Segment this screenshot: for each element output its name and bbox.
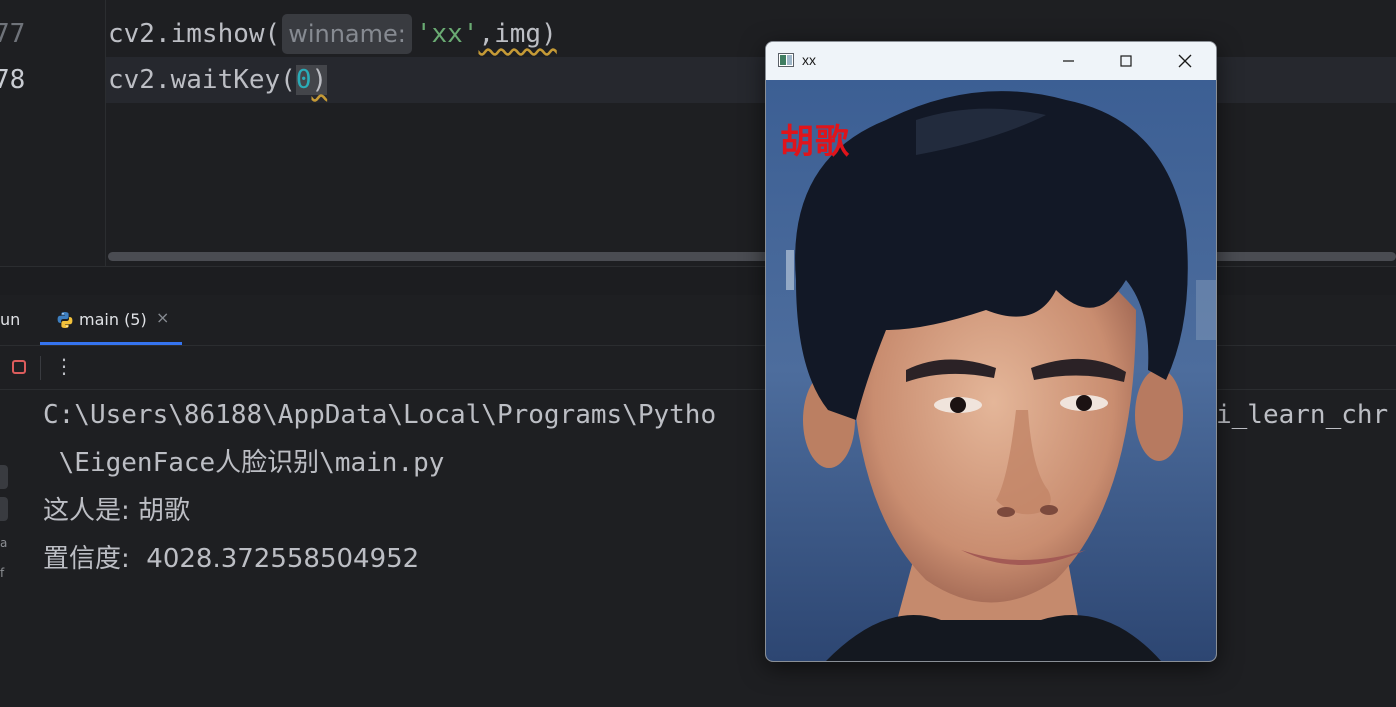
- close-window-button[interactable]: [1156, 42, 1214, 80]
- minimize-icon: [1063, 60, 1074, 62]
- line-number: 78: [0, 65, 26, 95]
- code-arguments: ,img): [478, 19, 557, 49]
- face-photo: [766, 80, 1216, 661]
- previous-line-fragment: ⁀⁀ ⁀⁀ ⁀⁀ ⁀⁀ ⁀⁀: [105, 0, 1396, 8]
- window-titlebar[interactable]: xx: [766, 42, 1216, 80]
- app-window-icon: [778, 53, 794, 67]
- close-icon: [1178, 54, 1192, 68]
- line-number-gutter: 77 78: [0, 0, 106, 266]
- console-line: 这人是: 胡歌: [43, 496, 191, 526]
- maximize-button[interactable]: [1097, 42, 1155, 80]
- tab-main[interactable]: main (5) ×: [40, 295, 182, 345]
- opencv-image-window[interactable]: xx 胡歌: [765, 41, 1217, 662]
- code-line[interactable]: cv2.imshow(winname:'xx',img): [108, 11, 557, 57]
- console-line: \EigenFace人脸识别\main.py: [43, 448, 445, 478]
- code-function-call: cv2.imshow(: [108, 19, 281, 49]
- stop-icon[interactable]: [12, 360, 26, 374]
- side-toolbar-glyph: f: [0, 566, 5, 580]
- code-close-paren: ): [311, 65, 328, 95]
- close-icon[interactable]: ×: [156, 308, 169, 327]
- run-panel-title: un: [0, 310, 21, 329]
- recognized-name-label: 胡歌: [780, 122, 850, 162]
- code-number: 0: [295, 65, 312, 95]
- more-options-icon[interactable]: ⋮: [54, 354, 74, 378]
- console-line-tail: i_learn_chr: [1216, 400, 1389, 430]
- side-toolbar-glyph: a: [0, 536, 8, 550]
- code-function-call: cv2.waitKey(: [108, 65, 296, 95]
- parameter-hint: winname:: [282, 14, 412, 54]
- minimize-button[interactable]: [1039, 42, 1097, 80]
- console-line: 置信度: 4028.372558504952: [43, 544, 420, 574]
- python-icon: [57, 312, 73, 328]
- window-title: xx: [802, 52, 816, 68]
- code-line[interactable]: cv2.waitKey(0): [108, 57, 328, 103]
- tab-label: main (5): [79, 310, 147, 329]
- line-number: 77: [0, 19, 26, 49]
- console-line: C:\Users\86188\AppData\Local\Programs\Py…: [43, 400, 717, 430]
- side-toolbar-button[interactable]: [0, 497, 8, 521]
- code-string: 'xx': [415, 19, 479, 49]
- maximize-icon: [1120, 55, 1132, 67]
- run-side-toolbar: a f: [0, 390, 21, 707]
- toolbar-separator: [40, 356, 41, 380]
- side-toolbar-button[interactable]: [0, 465, 8, 489]
